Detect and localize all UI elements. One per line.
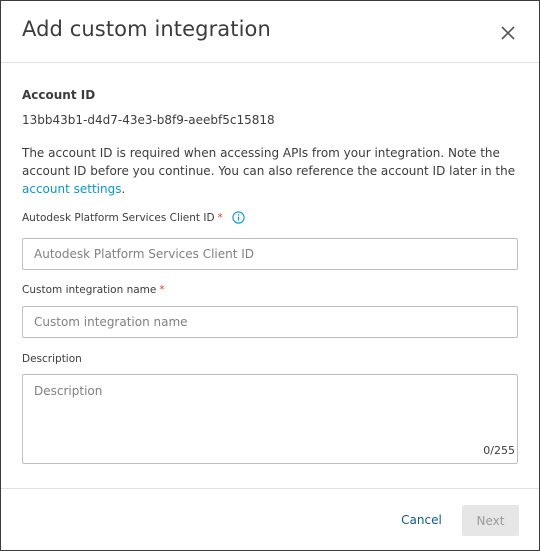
client-id-label: Autodesk Platform Services Client ID * [22, 211, 245, 224]
info-icon[interactable] [232, 211, 245, 224]
integration-name-label: Custom integration name * [22, 284, 165, 296]
required-indicator: * [217, 211, 223, 224]
description-label: Description [22, 353, 82, 365]
account-id-note-end: . [121, 182, 126, 196]
account-id-note: The account ID is required when accessin… [22, 144, 522, 198]
description-label-text: Description [22, 353, 82, 365]
client-id-label-text: Autodesk Platform Services Client ID [22, 211, 215, 224]
account-id-label: Account ID [22, 88, 96, 102]
client-id-input[interactable] [22, 238, 518, 270]
close-icon[interactable] [498, 23, 518, 43]
description-char-counter: 0/255 [483, 444, 515, 457]
dialog-title: Add custom integration [22, 17, 271, 41]
account-id-note-text: The account ID is required when accessin… [22, 146, 516, 178]
integration-name-input[interactable] [22, 306, 518, 338]
dialog-header: Add custom integration [1, 1, 539, 63]
description-textarea[interactable] [22, 374, 518, 464]
dialog-footer: Cancel Next [1, 488, 539, 551]
integration-name-label-text: Custom integration name [22, 284, 157, 296]
next-button[interactable]: Next [462, 505, 519, 536]
account-id-value: 13bb43b1-d4d7-43e3-b8f9-aeebf5c15818 [22, 113, 275, 127]
cancel-button[interactable]: Cancel [394, 505, 449, 535]
add-custom-integration-dialog: Add custom integration Account ID 13bb43… [0, 0, 540, 551]
account-settings-link[interactable]: account settings [22, 182, 121, 196]
required-indicator: * [159, 284, 165, 296]
